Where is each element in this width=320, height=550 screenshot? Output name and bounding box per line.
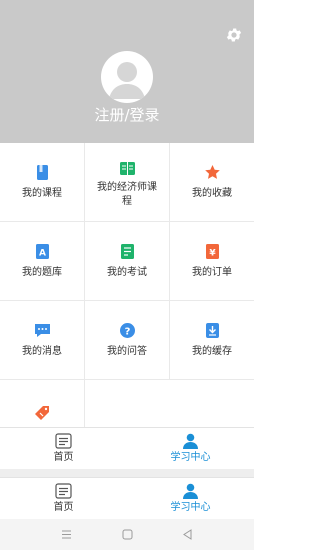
tab-learning-center-label: 学习中心 bbox=[170, 452, 211, 463]
tab-home[interactable]: 首页 bbox=[0, 428, 127, 470]
open-book-icon bbox=[120, 162, 135, 175]
menu-my-orders[interactable]: ¥ 我的订单 bbox=[170, 222, 254, 301]
menu-label: 我的经济师课程 bbox=[97, 182, 157, 207]
menu-my-courses[interactable]: 我的课程 bbox=[0, 143, 85, 222]
home-list-icon bbox=[55, 483, 72, 499]
person-icon bbox=[183, 433, 198, 449]
menu-my-cache[interactable]: 我的缓存 bbox=[170, 301, 254, 380]
menu-coupons[interactable] bbox=[0, 380, 85, 430]
menu-label: 我的课程 bbox=[22, 188, 62, 199]
settings-gear-icon[interactable] bbox=[225, 26, 243, 44]
home-list-icon bbox=[55, 433, 72, 449]
tab-learning-center[interactable]: 学习中心 bbox=[127, 478, 254, 520]
menu-lines-icon[interactable] bbox=[61, 529, 72, 540]
menu-label: 我的缓存 bbox=[192, 346, 232, 357]
question-bank-icon: A bbox=[36, 244, 49, 259]
menu-my-favorites[interactable]: 我的收藏 bbox=[170, 143, 254, 222]
svg-text:?: ? bbox=[125, 327, 131, 338]
bottom-tab-bar: 首页 学习中心 bbox=[0, 427, 254, 469]
menu-label: 我的考试 bbox=[107, 267, 147, 278]
menu-my-messages[interactable]: 我的消息 bbox=[0, 301, 85, 380]
menu-label: 我的题库 bbox=[22, 267, 62, 278]
menu-my-exams[interactable]: 我的考试 bbox=[85, 222, 170, 301]
person-icon bbox=[183, 483, 198, 499]
svg-text:A: A bbox=[39, 249, 46, 259]
menu-my-question-bank[interactable]: A 我的题库 bbox=[0, 222, 85, 301]
menu-my-qa[interactable]: ? 我的问答 bbox=[85, 301, 170, 380]
divider bbox=[0, 469, 254, 477]
order-icon: ¥ bbox=[206, 244, 219, 259]
svg-text:¥: ¥ bbox=[209, 249, 216, 259]
tab-learning-center[interactable]: 学习中心 bbox=[127, 428, 254, 470]
star-icon bbox=[205, 165, 220, 179]
tab-home-label: 首页 bbox=[53, 502, 74, 513]
message-icon bbox=[35, 324, 50, 337]
menu-label: 我的收藏 bbox=[192, 188, 232, 199]
back-triangle-icon[interactable] bbox=[182, 529, 193, 540]
menu-label: 我的问答 bbox=[107, 346, 147, 357]
tab-home[interactable]: 首页 bbox=[0, 478, 127, 520]
avatar[interactable] bbox=[101, 51, 153, 103]
tag-icon bbox=[35, 406, 49, 420]
profile-header: 注册/登录 bbox=[0, 0, 254, 143]
system-nav-bar bbox=[0, 519, 254, 550]
login-link[interactable]: 注册/登录 bbox=[0, 104, 254, 126]
bottom-tab-bar: 首页 学习中心 bbox=[0, 477, 254, 519]
tab-home-label: 首页 bbox=[53, 452, 74, 463]
exam-icon bbox=[121, 244, 134, 259]
menu-label: 我的订单 bbox=[192, 267, 232, 278]
home-square-icon[interactable] bbox=[122, 529, 133, 540]
question-icon: ? bbox=[120, 323, 135, 338]
book-icon bbox=[37, 165, 48, 180]
tab-learning-center-label: 学习中心 bbox=[170, 502, 211, 513]
user-silhouette-icon bbox=[109, 62, 145, 99]
menu-my-economist-courses[interactable]: 我的经济师课程 bbox=[85, 143, 170, 222]
menu-label: 我的消息 bbox=[22, 346, 62, 357]
download-icon bbox=[206, 323, 219, 338]
